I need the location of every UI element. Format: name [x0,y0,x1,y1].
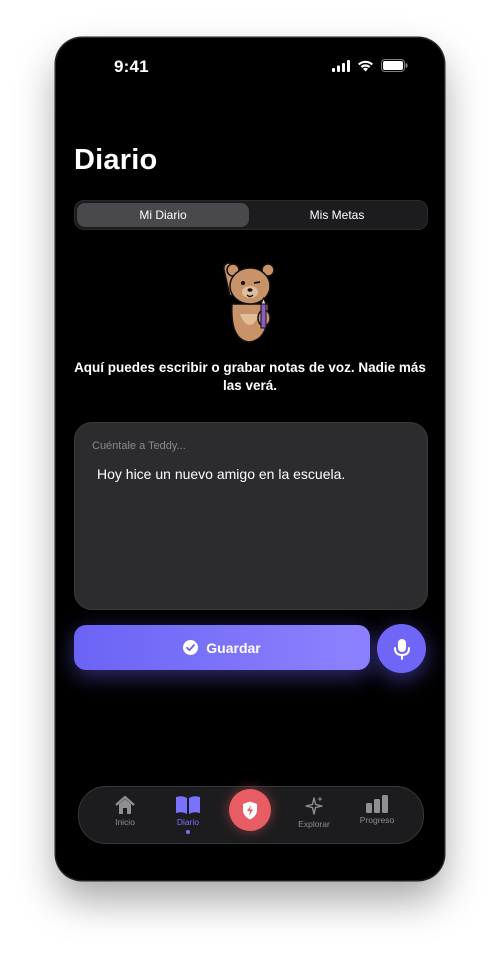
record-voice-button[interactable] [377,624,426,673]
tab-label-progreso: Progreso [359,815,395,825]
bottom-tab-bar: Inicio Diario Explorar Progreso [78,786,424,844]
save-button[interactable]: Guardar [74,625,370,670]
home-icon [115,795,135,814]
active-tab-indicator [186,830,190,834]
phone-screen: 9:41 Diario Mi Diario Mis Metas Aquí pue… [56,38,444,880]
book-icon [176,796,200,814]
tab-progreso[interactable]: Progreso [349,795,405,825]
tab-mi-diario[interactable]: Mi Diario [77,203,249,227]
save-button-label: Guardar [206,639,261,656]
wifi-icon [358,60,373,71]
tab-label-diario: Diario [176,817,200,827]
page-title: Diario [74,144,158,176]
bar-chart-icon [366,795,388,813]
note-placeholder: Cuéntale a Teddy... [92,440,186,452]
center-action-button[interactable] [229,789,271,831]
tab-inicio[interactable]: Inicio [97,795,153,827]
shield-bolt-icon [243,801,257,819]
intro-text: Aquí puedes escribir o grabar notas de v… [74,360,426,393]
microphone-icon [393,638,410,660]
signal-icon [332,59,350,72]
segmented-control: Mi Diario Mis Metas [74,200,428,230]
tab-diario[interactable]: Diario [160,795,216,834]
tab-label-explorar: Explorar [298,819,330,829]
tab-label-inicio: Inicio [115,817,135,827]
note-text[interactable]: Hoy hice un nuevo amigo en la escuela. [97,466,345,482]
sparkles-icon [305,796,323,815]
teddy-bear-mascot [223,262,275,343]
status-bar: 9:41 [56,38,444,94]
status-icons [332,59,408,72]
note-textarea[interactable]: Cuéntale a Teddy... Hoy hice un nuevo am… [74,422,428,610]
battery-icon [381,59,408,72]
status-time: 9:41 [114,57,149,76]
check-circle-icon [183,640,199,655]
tab-explorar[interactable]: Explorar [286,795,342,829]
tab-mis-metas[interactable]: Mis Metas [251,203,423,227]
